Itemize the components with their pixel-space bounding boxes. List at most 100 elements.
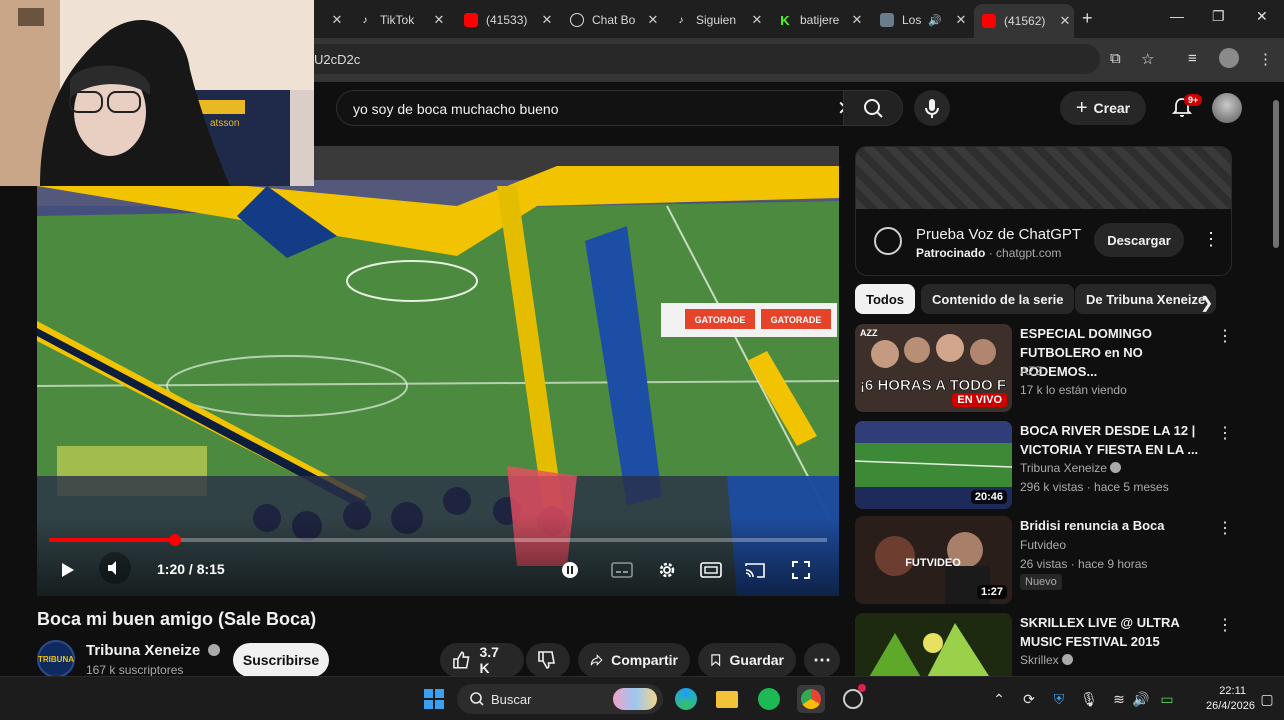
more-vertical-icon[interactable]: ⋮ — [1217, 423, 1233, 443]
more-vertical-icon[interactable]: ⋮ — [1217, 615, 1233, 635]
fullscreen-button[interactable] — [787, 556, 815, 584]
settings-button[interactable] — [653, 556, 681, 584]
tab-youtube-1[interactable]: (41533) ✕ — [456, 4, 556, 36]
spotify-icon[interactable] — [756, 686, 782, 712]
miniplayer-button[interactable] — [697, 556, 725, 584]
tab-tiktok[interactable]: ♪ TikTok ✕ — [350, 4, 448, 36]
tab-stream[interactable]: Los 🔊 ✕ — [872, 4, 970, 36]
youtube-icon — [464, 13, 478, 27]
ad-more-icon[interactable]: ⋮ — [1202, 229, 1220, 250]
tab-kick[interactable]: K batijere ✕ — [770, 4, 866, 36]
channel-name[interactable]: Tribuna Xeneize — [86, 642, 221, 659]
install-app-icon[interactable]: ⧉ — [1110, 50, 1121, 67]
recommended-video[interactable]: AZZ ¡6 HORAS A TODO F EN VIVO ESPECIAL D… — [855, 324, 1275, 412]
close-tab-icon[interactable]: ✕ — [1056, 13, 1074, 29]
chip-series[interactable]: Contenido de la serie — [921, 284, 1075, 314]
page-scrollbar[interactable] — [1273, 100, 1279, 248]
close-tab-icon[interactable]: ✕ — [748, 12, 766, 28]
close-tab-icon[interactable]: ✕ — [848, 12, 866, 28]
tab-title: Los — [902, 13, 922, 27]
new-tab-icon[interactable]: + — [1082, 8, 1093, 29]
progress-bar[interactable] — [49, 534, 827, 546]
voice-search-button[interactable] — [914, 90, 950, 126]
play-button[interactable] — [53, 556, 81, 584]
notification-center-icon[interactable]: ▢ — [1254, 686, 1280, 712]
shield-icon[interactable]: ⛨ — [1046, 686, 1072, 712]
create-button[interactable]: + Crear — [1060, 91, 1146, 125]
sponsored-ad-card[interactable]: Prueba Voz de ChatGPT Patrocinado · chat… — [855, 146, 1232, 276]
thumbnail-text: FUTVIDEO — [905, 557, 961, 569]
url-field[interactable]: U2cD2c — [300, 44, 1100, 74]
video-thumbnail[interactable] — [855, 613, 1012, 676]
tab-title: (41562) — [1004, 14, 1046, 28]
video-thumbnail[interactable]: 20:46 — [855, 421, 1012, 509]
volume-button[interactable] — [99, 552, 131, 584]
tab-chatgpt[interactable]: Chat Bo ✕ — [562, 4, 662, 36]
search-button[interactable] — [843, 90, 903, 126]
file-explorer-icon[interactable] — [714, 686, 740, 712]
dislike-button[interactable] — [526, 643, 570, 677]
clock[interactable]: 22:11 26/4/2026 — [1206, 684, 1255, 714]
like-button[interactable]: 3.7 K — [440, 643, 524, 677]
scoreboard-sign: GATORADE — [695, 315, 746, 325]
tab-tiktok-2[interactable]: ♪ Siguien ✕ — [666, 4, 766, 36]
close-tab-icon[interactable]: ✕ — [952, 12, 970, 28]
sponsored-label: Patrocinado — [916, 246, 986, 260]
subtitles-button[interactable] — [609, 556, 635, 584]
play-icon — [62, 563, 74, 577]
recommended-meta: 17 k lo están viendo — [1020, 383, 1127, 397]
recommended-title: SKRILLEX LIVE @ ULTRA MUSIC FESTIVAL 201… — [1020, 615, 1180, 649]
share-button[interactable]: Compartir — [578, 643, 690, 677]
subscribe-button[interactable]: Suscribirse — [233, 643, 329, 677]
ad-download-button[interactable]: Descargar — [1094, 223, 1184, 257]
taskbar-search[interactable]: Buscar — [457, 684, 663, 714]
windows-start-icon[interactable] — [421, 686, 447, 712]
browser-menu-icon[interactable]: ⋮ — [1258, 50, 1273, 68]
close-tab-icon[interactable]: ✕ — [538, 12, 556, 28]
edge-browser-icon[interactable] — [673, 686, 699, 712]
speaker-icon[interactable]: 🔊 — [1128, 686, 1154, 712]
tab-partial[interactable]: ✕ — [316, 4, 343, 36]
more-vertical-icon[interactable]: ⋮ — [1217, 518, 1233, 538]
autoplay-toggle[interactable] — [557, 556, 583, 584]
media-control-icon[interactable]: ≡ — [1188, 50, 1197, 67]
chip-todos[interactable]: Todos — [855, 284, 916, 314]
restore-icon[interactable]: ❐ — [1212, 8, 1225, 25]
channel-avatar[interactable]: TRIBUNA — [37, 640, 75, 678]
app-with-notification-icon[interactable] — [840, 684, 866, 712]
close-window-icon[interactable]: ✕ — [1256, 8, 1268, 25]
close-tab-icon[interactable]: ✕ — [644, 12, 662, 28]
recommended-video[interactable]: FUTVIDEO 1:27 Bridisi renuncia a Boca Fu… — [855, 516, 1275, 604]
microphone-icon[interactable]: 🎙 — [1076, 686, 1102, 712]
recommended-channel-text: Tribuna Xeneize — [1020, 461, 1107, 475]
thumbnail-logo: AZZ — [860, 328, 878, 338]
close-tab-icon[interactable]: ✕ — [328, 12, 346, 28]
shirt-print: atsson — [210, 118, 239, 129]
progress-scrubber[interactable] — [169, 534, 182, 546]
video-thumbnail[interactable]: FUTVIDEO 1:27 — [855, 516, 1012, 604]
chevron-up-icon[interactable]: ⌃ — [986, 686, 1012, 712]
minimize-icon[interactable]: — — [1170, 8, 1184, 24]
tab-youtube-active[interactable]: (41562) ✕ — [974, 4, 1074, 38]
more-actions-button[interactable]: ⋯ — [804, 643, 840, 677]
more-vertical-icon[interactable]: ⋮ — [1217, 326, 1233, 346]
profile-icon[interactable] — [1219, 48, 1239, 68]
recommended-video[interactable]: 20:46 BOCA RIVER DESDE LA 12 | VICTORIA … — [855, 421, 1275, 509]
search-input[interactable]: yo soy de boca muchacho bueno ✕ — [336, 90, 856, 126]
miniplayer-icon — [700, 562, 722, 578]
sync-icon[interactable]: ⟳ — [1016, 686, 1042, 712]
bookmark-icon — [711, 654, 721, 667]
close-tab-icon[interactable]: ✕ — [430, 12, 448, 28]
chevron-right-icon[interactable]: ❯ — [1200, 293, 1213, 313]
bookmark-star-icon[interactable]: ☆ — [1141, 50, 1154, 68]
save-button[interactable]: Guardar — [698, 643, 796, 677]
recommended-video[interactable]: SKRILLEX LIVE @ ULTRA MUSIC FESTIVAL 201… — [855, 613, 1275, 676]
chrome-icon[interactable] — [797, 685, 825, 713]
cast-button[interactable] — [741, 556, 769, 584]
video-player[interactable]: GATORADE GATORADE 1:20 / 8:15 — [37, 146, 839, 596]
tab-title: Chat Bo — [592, 13, 636, 27]
video-thumbnail[interactable]: AZZ ¡6 HORAS A TODO F EN VIVO — [855, 324, 1012, 412]
chip-channel[interactable]: De Tribuna Xeneize — [1075, 284, 1217, 314]
battery-icon[interactable]: ▭ — [1154, 686, 1180, 712]
account-avatar[interactable] — [1212, 93, 1242, 123]
